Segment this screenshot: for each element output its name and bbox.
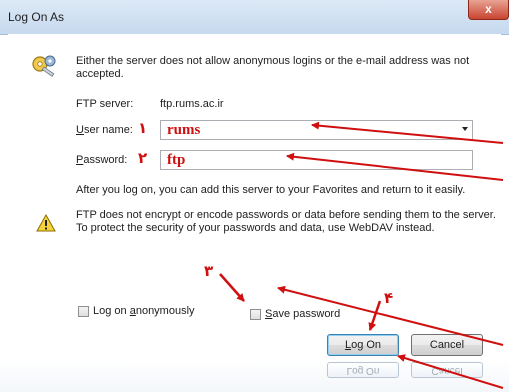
password-value: ftp (167, 152, 186, 168)
reflection-cancel: Cancel (411, 362, 483, 378)
anonymous-label[interactable]: Log on anonymously (93, 305, 195, 317)
security-warning: FTP does not encrypt or encode passwords… (76, 209, 496, 234)
keys-icon (32, 55, 56, 77)
favorites-info: After you log on, you can add this serve… (76, 184, 466, 196)
password-label: Password: (76, 154, 128, 166)
save-password-label[interactable]: Save password (265, 308, 340, 320)
dialog-body: Either the server does not allow anonymo… (8, 34, 501, 360)
reflection-log-on: Log On (327, 362, 399, 378)
password-field[interactable]: ftp (160, 150, 473, 170)
log-on-button[interactable]: Log On (327, 334, 399, 356)
title-bar: Log On As x (0, 0, 509, 35)
ftp-server-value: ftp.rums.ac.ir (160, 98, 224, 110)
warning-icon (36, 214, 56, 232)
user-name-combobox[interactable]: rums (160, 120, 473, 140)
ftp-server-label: FTP server: (76, 98, 134, 110)
close-button[interactable]: x (468, 0, 509, 20)
user-name-label: User name: (76, 124, 133, 136)
close-icon: x (485, 2, 492, 16)
chevron-down-icon[interactable] (462, 127, 468, 131)
anonymous-checkbox[interactable] (78, 306, 89, 317)
save-password-checkbox[interactable] (250, 309, 261, 320)
annotation-marker-4: ۴ (384, 289, 394, 307)
annotation-marker-2: ۲ (138, 149, 148, 167)
error-message: Either the server does not allow anonymo… (76, 55, 470, 80)
annotation-marker-3: ۳ (204, 262, 214, 280)
user-name-value: rums (167, 122, 201, 138)
window-title: Log On As (8, 10, 65, 24)
window-reflection: Log On Cancel (0, 360, 509, 392)
cancel-button[interactable]: Cancel (411, 334, 483, 356)
annotation-marker-1: ۱ (138, 119, 148, 137)
